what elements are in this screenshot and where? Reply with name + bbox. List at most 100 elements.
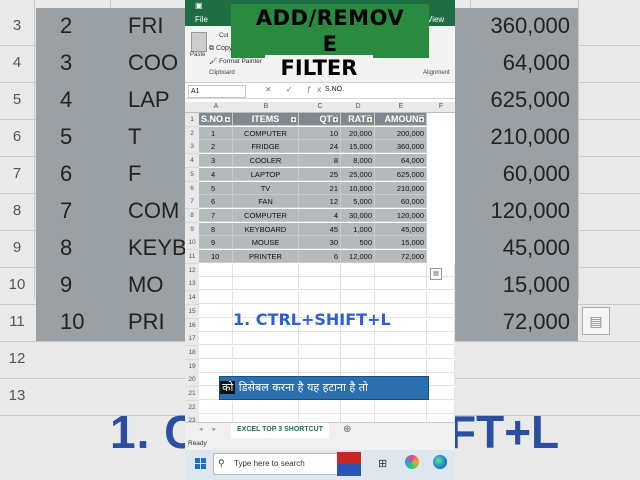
empty-cell[interactable]	[427, 332, 455, 346]
empty-cell[interactable]	[199, 400, 233, 414]
table-cell[interactable]: 15,000	[375, 236, 427, 250]
task-view-icon[interactable]: ⊞	[378, 457, 387, 470]
table-cell[interactable]: 64,000	[375, 154, 427, 168]
row-header[interactable]: 17	[185, 332, 199, 347]
table-cell[interactable]: 30	[299, 236, 341, 250]
file-tab[interactable]: File	[195, 15, 208, 24]
table-cell[interactable]: 6	[299, 250, 341, 263]
select-all-corner[interactable]	[185, 102, 200, 113]
empty-cell[interactable]	[199, 332, 233, 346]
table-cell[interactable]: PRINTER	[233, 250, 299, 263]
table-cell[interactable]: 15,000	[341, 140, 375, 154]
empty-cell[interactable]	[199, 291, 233, 305]
empty-cell[interactable]	[427, 359, 455, 373]
empty-cell[interactable]	[341, 332, 375, 346]
save-icon[interactable]: ▣	[195, 1, 203, 10]
empty-cell[interactable]	[341, 400, 375, 414]
table-cell[interactable]: 6	[199, 195, 233, 209]
empty-cell[interactable]	[299, 263, 341, 277]
windows-start-icon[interactable]	[195, 458, 206, 469]
row-header[interactable]: 18	[185, 345, 199, 360]
empty-cell[interactable]	[233, 359, 299, 373]
table-cell[interactable]: 10	[299, 126, 341, 140]
empty-cell[interactable]	[233, 345, 299, 359]
empty-cell[interactable]	[375, 332, 427, 346]
table-cell[interactable]: 30,000	[341, 208, 375, 222]
column-header-a[interactable]: A	[199, 102, 234, 113]
row-header[interactable]: 14	[185, 291, 199, 306]
row-header[interactable]: 19	[185, 359, 199, 374]
row-header[interactable]: 21	[185, 387, 199, 401]
row-header[interactable]: 9	[185, 222, 199, 237]
format-painter-button[interactable]: 🖌 Format Painter	[209, 57, 262, 65]
table-cell[interactable]: 7	[199, 208, 233, 222]
empty-cell[interactable]	[233, 263, 299, 277]
row-header[interactable]: 1	[185, 113, 199, 127]
table-header-cell[interactable]: QTY ▾	[299, 113, 341, 126]
table-cell[interactable]: 25	[299, 167, 341, 181]
empty-cell[interactable]	[427, 373, 455, 387]
table-cell[interactable]: 1	[199, 126, 233, 140]
row-header[interactable]: 20	[185, 373, 199, 388]
taskbar-search-input[interactable]: Type here to search	[213, 453, 339, 475]
row-header[interactable]: 10	[185, 236, 199, 251]
name-box[interactable]: A1	[188, 85, 246, 98]
empty-cell[interactable]	[199, 263, 233, 277]
table-header-cell[interactable]: ITEMS ▾	[233, 113, 299, 126]
filter-dropdown-icon[interactable]: ▾	[332, 116, 339, 123]
table-cell[interactable]: LAPTOP	[233, 167, 299, 181]
filter-dropdown-icon[interactable]: ▾	[290, 116, 297, 123]
copilot-icon[interactable]	[405, 455, 419, 469]
table-cell[interactable]: 8,000	[341, 154, 375, 168]
table-cell[interactable]: 200,000	[375, 126, 427, 140]
paste-label[interactable]: Paste	[190, 52, 205, 58]
column-header-f[interactable]: F	[427, 102, 455, 113]
empty-cell[interactable]	[375, 400, 427, 414]
empty-cell[interactable]	[341, 359, 375, 373]
row-header[interactable]: 12	[185, 263, 199, 278]
table-cell[interactable]: 45,000	[375, 222, 427, 236]
empty-cell[interactable]	[341, 345, 375, 359]
row-header[interactable]: 15	[185, 304, 199, 319]
empty-cell[interactable]	[375, 291, 427, 305]
row-header[interactable]: 7	[185, 195, 199, 210]
cut-button[interactable]: Cut	[219, 33, 228, 39]
empty-cell[interactable]	[375, 277, 427, 291]
table-cell[interactable]: 360,000	[375, 140, 427, 154]
table-cell[interactable]: 5,000	[341, 195, 375, 209]
table-cell[interactable]: 5	[199, 181, 233, 195]
column-header-d[interactable]: D	[341, 102, 376, 113]
table-cell[interactable]: MOUSE	[233, 236, 299, 250]
table-cell[interactable]: 8	[199, 222, 233, 236]
view-tab[interactable]: View	[427, 15, 444, 24]
table-cell[interactable]: 500	[341, 236, 375, 250]
quick-analysis-icon[interactable]: ▤	[430, 268, 442, 280]
row-header[interactable]: 16	[185, 318, 199, 333]
empty-cell[interactable]	[199, 304, 233, 318]
empty-cell[interactable]	[199, 277, 233, 291]
row-header[interactable]: 22	[185, 400, 199, 415]
table-cell[interactable]: 1,000	[341, 222, 375, 236]
column-header-b[interactable]: B	[233, 102, 300, 113]
table-cell[interactable]: 12,000	[341, 250, 375, 263]
row-header[interactable]: 11	[185, 250, 199, 264]
filter-dropdown-icon[interactable]: ▾	[366, 116, 373, 123]
table-cell[interactable]: 60,000	[375, 195, 427, 209]
row-header[interactable]: 6	[185, 181, 199, 196]
row-header[interactable]: 13	[185, 277, 199, 292]
table-cell[interactable]: 45	[299, 222, 341, 236]
sheet-nav-arrows[interactable]: ◂ ▸	[199, 425, 220, 433]
column-header-c[interactable]: C	[299, 102, 342, 113]
empty-cell[interactable]	[375, 359, 427, 373]
empty-cell[interactable]	[299, 400, 341, 414]
row-header[interactable]: 3	[185, 140, 199, 155]
row-header[interactable]: 4	[185, 154, 199, 169]
table-cell[interactable]: 10	[199, 250, 233, 263]
filter-dropdown-icon[interactable]: ▾	[224, 116, 231, 123]
empty-cell[interactable]	[233, 332, 299, 346]
formula-icons[interactable]: ✕ ✓ ƒx	[265, 85, 327, 94]
empty-cell[interactable]	[299, 359, 341, 373]
table-cell[interactable]: 9	[199, 236, 233, 250]
empty-cell[interactable]	[199, 318, 233, 332]
empty-cell[interactable]	[233, 291, 299, 305]
